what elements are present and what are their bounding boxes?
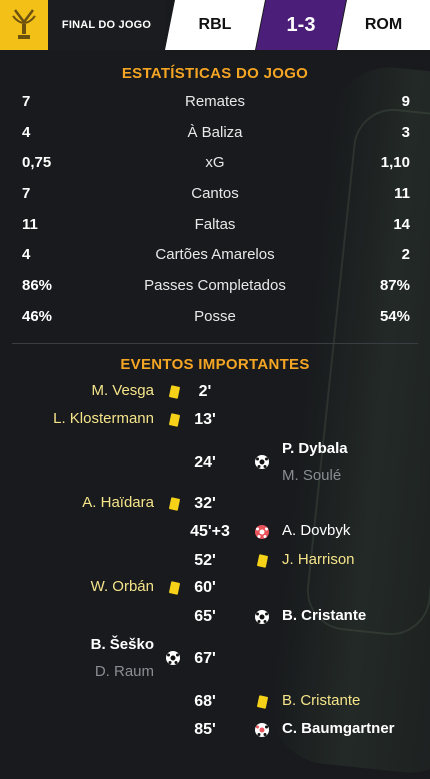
event-minute: 60' (194, 579, 216, 596)
event-player: B. Šeško (90, 636, 154, 653)
stat-row: 4 À Baliza 3 (0, 124, 430, 148)
stat-away: 3 (401, 124, 410, 141)
stat-home: 4 (22, 124, 31, 141)
stat-row: 0,75 xG 1,10 (0, 154, 430, 178)
stat-home: 86% (22, 277, 53, 294)
stat-label: Posse (194, 308, 236, 325)
yellow-card-icon (256, 554, 269, 568)
event-minute: 24' (194, 454, 216, 471)
match-status: FINAL DO JOGO (48, 0, 165, 50)
stat-away: 11 (394, 185, 410, 202)
event-minute: 13' (194, 411, 216, 428)
penalty-goal-icon (255, 525, 269, 539)
stat-home: 4 (22, 246, 31, 263)
stat-row: 4 Cartões Amarelos 2 (0, 246, 430, 270)
event-player: B. Cristante (282, 692, 361, 709)
event-assist: M. Soulé (282, 467, 342, 484)
stat-label: À Baliza (187, 124, 243, 141)
goal-ball-icon (255, 455, 269, 469)
event-player: A. Haïdara (82, 494, 154, 511)
event-player: A. Dovbyk (282, 522, 351, 539)
stat-away: 87% (379, 277, 410, 294)
yellow-card-icon (256, 695, 269, 709)
stat-label: xG (205, 154, 225, 171)
stat-row: 7 Remates 9 (0, 93, 430, 117)
stat-label: Cantos (191, 185, 239, 202)
stat-row: 86% Passes Completados 87% (0, 277, 430, 301)
stat-label: Cartões Amarelos (155, 246, 275, 263)
event-minute: 65' (194, 608, 216, 625)
stat-row: 7 Cantos 11 (0, 185, 430, 209)
stat-row: 46% Posse 54% (0, 308, 430, 332)
home-team[interactable]: RBL (165, 0, 265, 50)
stat-home: 7 (22, 185, 31, 202)
stat-away: 54% (379, 308, 410, 325)
stat-home: 11 (22, 216, 38, 233)
event-player: M. Vesga (91, 382, 154, 399)
stat-label: Passes Completados (144, 277, 286, 294)
event-player: P. Dybala (282, 440, 348, 457)
match-score: 1-3 (256, 0, 346, 50)
yellow-card-icon (168, 385, 181, 399)
event-player: W. Orbán (90, 578, 154, 595)
event-assist: D. Raum (94, 663, 154, 680)
stat-label: Faltas (194, 216, 236, 233)
stat-away: 2 (401, 246, 410, 263)
goal-ball-icon (166, 651, 180, 665)
goal-ball-icon (255, 610, 269, 624)
stat-away: 14 (393, 216, 410, 233)
stats-title: ESTATÍSTICAS DO JOGO (121, 65, 309, 82)
yellow-card-icon (168, 581, 181, 595)
stat-home: 7 (22, 93, 31, 110)
event-minute: 68' (194, 693, 216, 710)
event-minute: 32' (194, 495, 216, 512)
stat-home: 46% (22, 308, 53, 325)
event-minute: 85' (194, 721, 216, 738)
event-player: B. Cristante (282, 607, 367, 624)
stat-label: Remates (184, 93, 246, 110)
match-header: FINAL DO JOGO RBL 1-3 ROM (0, 0, 430, 50)
stat-row: 11 Faltas 14 (0, 216, 430, 240)
penalty-goal-icon (255, 723, 269, 737)
yellow-card-icon (168, 497, 181, 511)
yellow-card-icon (168, 413, 181, 427)
stat-home: 0,75 (22, 154, 52, 171)
event-player: L. Klostermann (53, 410, 154, 427)
events-title: EVENTOS IMPORTANTES (120, 356, 310, 373)
event-minute: 45'+3 (190, 523, 230, 540)
event-minute: 2' (198, 383, 212, 400)
stat-away: 9 (401, 93, 410, 110)
event-player: C. Baumgartner (282, 720, 395, 737)
trophy-icon (12, 9, 36, 39)
section-divider (12, 343, 418, 344)
event-minute: 52' (194, 552, 216, 569)
away-team[interactable]: ROM (337, 0, 430, 50)
event-player: J. Harrison (282, 551, 355, 568)
event-minute: 67' (194, 650, 216, 667)
competition-logo (0, 0, 48, 50)
stat-away: 1,10 (380, 154, 410, 171)
